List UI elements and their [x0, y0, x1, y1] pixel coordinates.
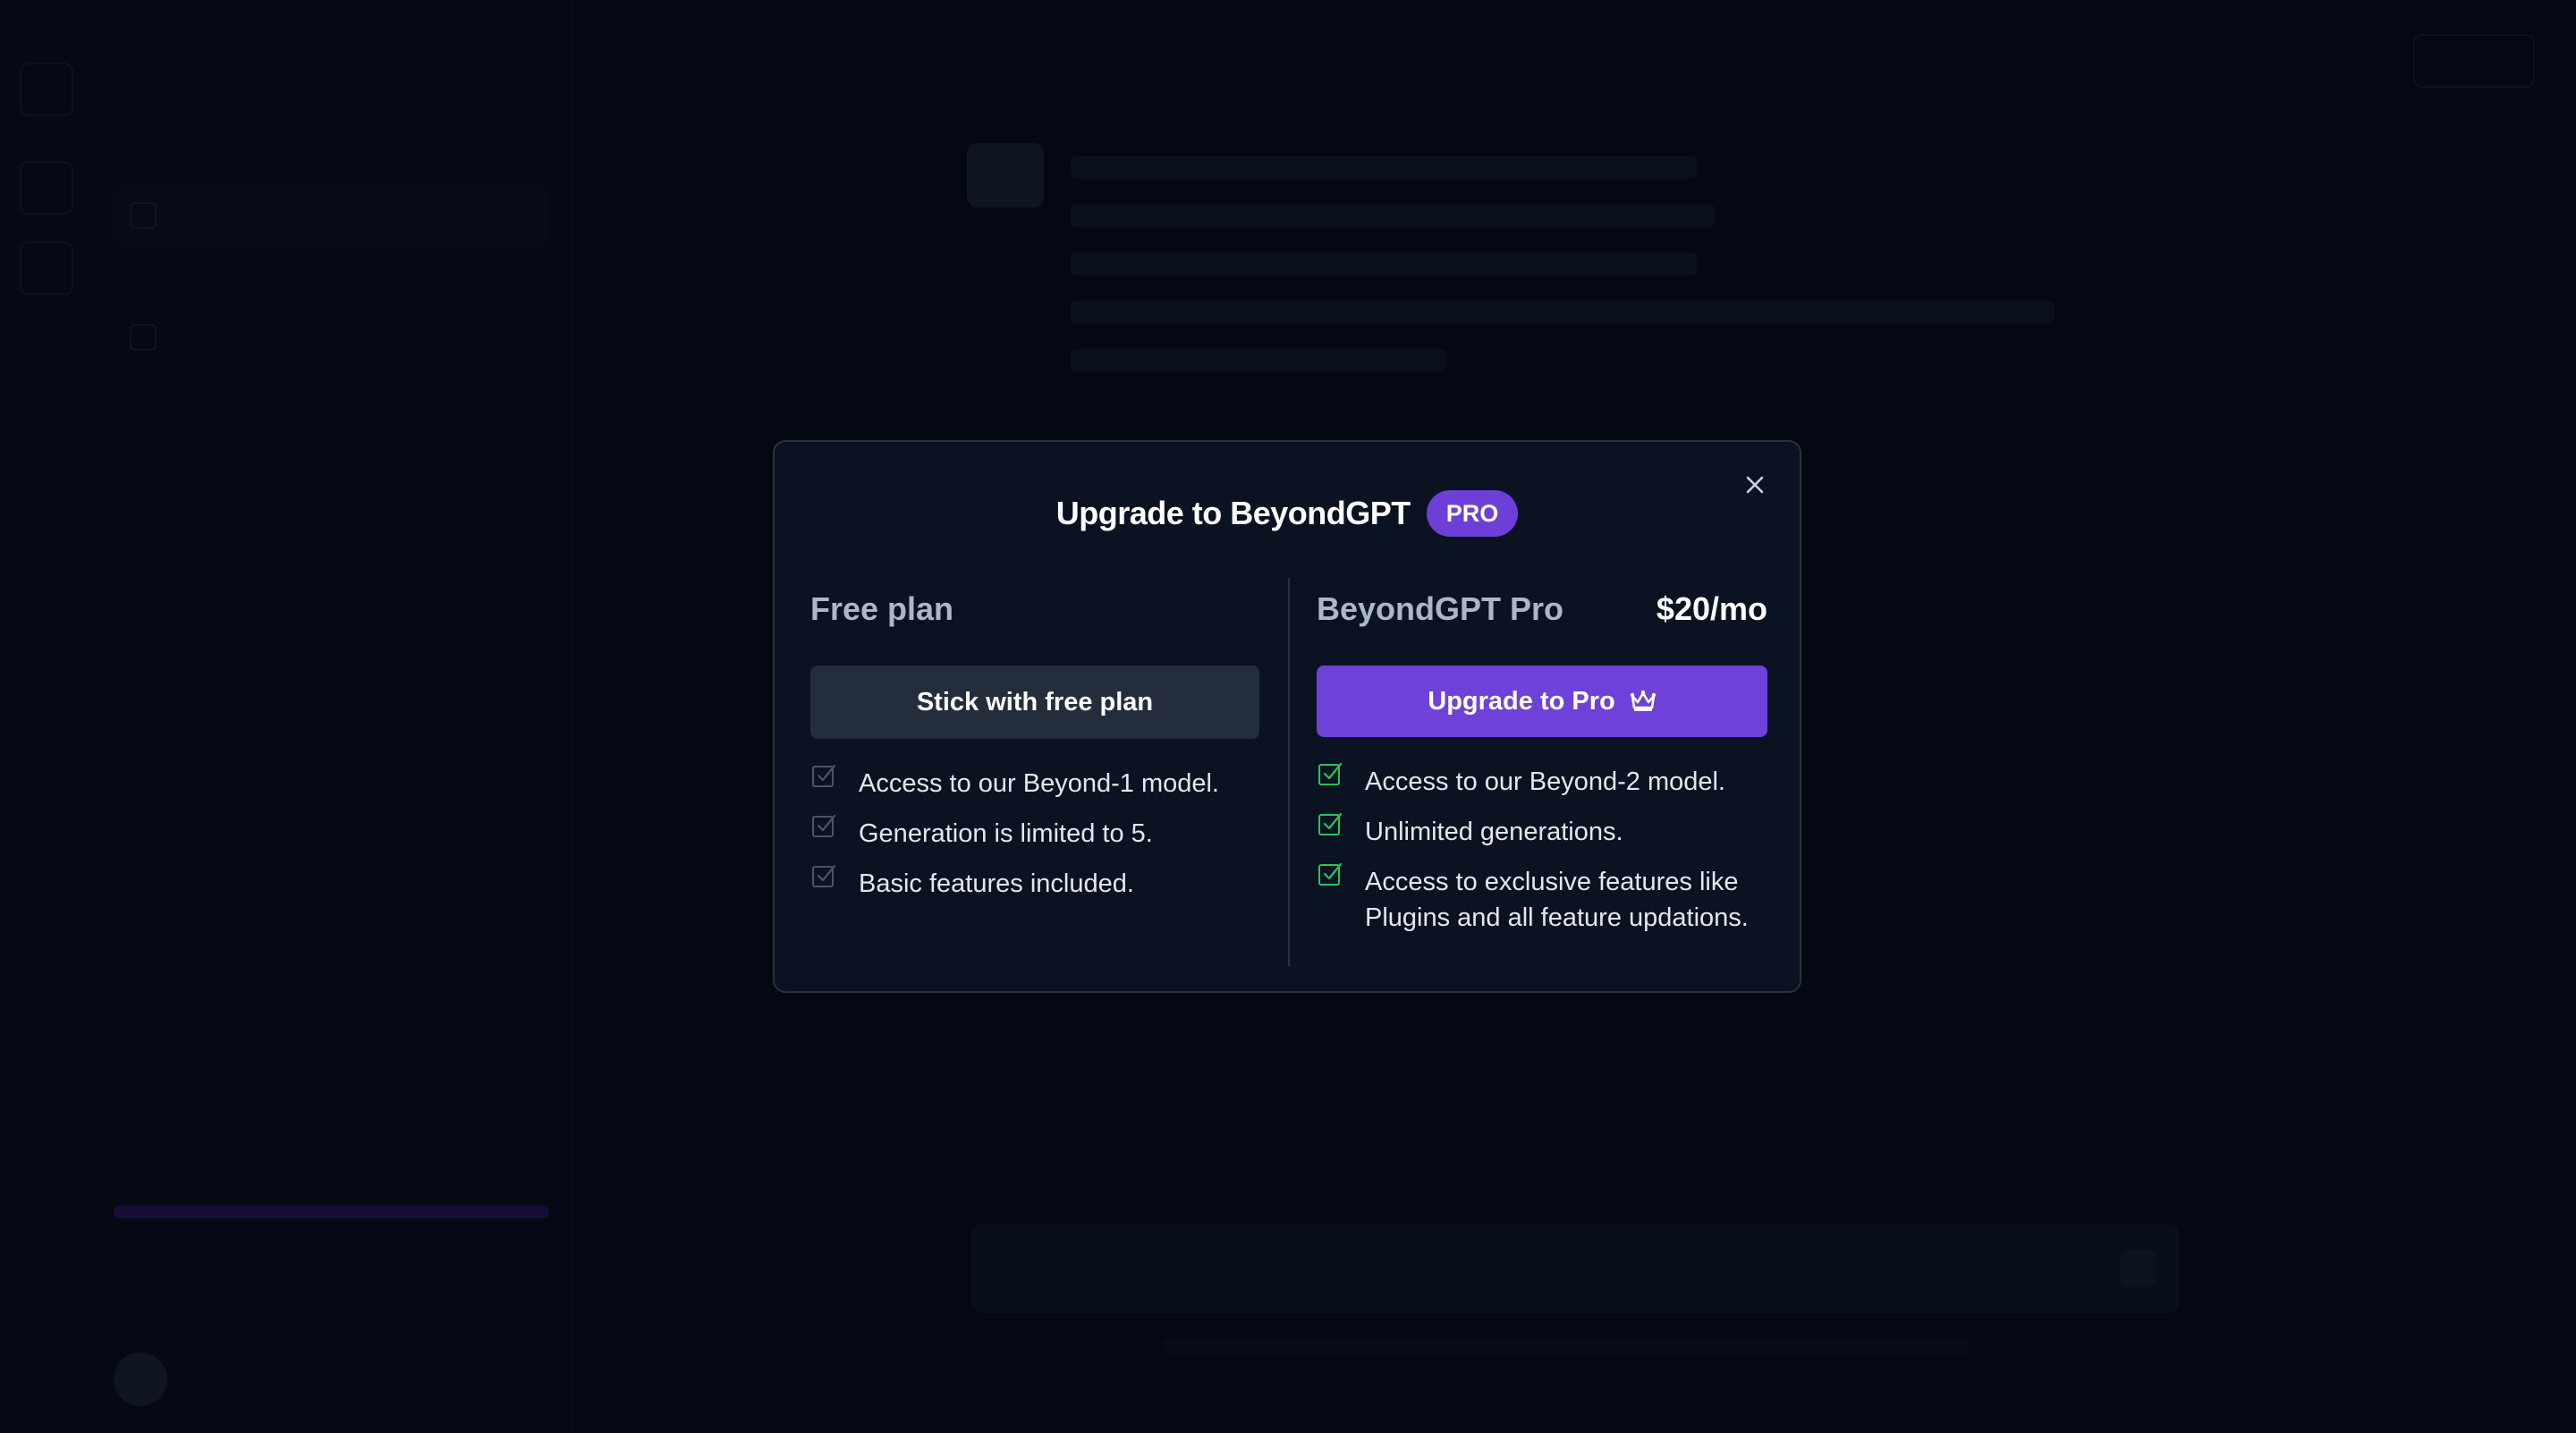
checkbox-icon	[812, 764, 836, 787]
feature-text: Access to our Beyond-2 model.	[1365, 767, 1725, 796]
plan-divider	[1288, 578, 1290, 966]
pro-plan-features: Access to our Beyond-2 model. Unlimited …	[1317, 762, 1767, 936]
list-item: Basic features included.	[810, 864, 1259, 902]
list-item: Unlimited generations.	[1317, 812, 1767, 850]
free-plan-column: Free plan Stick with free plan Access to…	[810, 578, 1259, 916]
upgrade-to-pro-button[interactable]: Upgrade to Pro	[1317, 666, 1767, 737]
checkbox-icon	[1318, 862, 1343, 886]
free-plan-name: Free plan	[810, 590, 954, 627]
modal-title-text: Upgrade to BeyondGPT	[1055, 495, 1411, 531]
checkbox-icon	[812, 864, 836, 887]
feature-text: Unlimited generations.	[1365, 818, 1623, 846]
pro-plan-name: BeyondGPT Pro	[1317, 590, 1564, 627]
checkbox-icon	[1318, 812, 1343, 835]
list-item: Generation is limited to 5.	[810, 814, 1259, 852]
upgrade-modal: Upgrade to BeyondGPT PRO Free plan Stick…	[773, 440, 1801, 993]
modal-title: Upgrade to BeyondGPT PRO	[775, 490, 1800, 537]
pro-plan-column: BeyondGPT Pro $20/mo Upgrade to Pro Acce…	[1317, 578, 1767, 950]
pro-badge: PRO	[1426, 490, 1519, 537]
feature-text: Access to our Beyond-1 model.	[859, 769, 1219, 798]
list-item: Access to exclusive features like Plugin…	[1317, 862, 1767, 936]
pro-plan-price: $20/mo	[1656, 590, 1767, 627]
feature-text: Generation is limited to 5.	[859, 819, 1153, 848]
feature-text: Access to exclusive features like Plugin…	[1365, 868, 1749, 932]
stick-with-free-plan-button[interactable]: Stick with free plan	[810, 666, 1259, 739]
checkbox-icon	[1318, 762, 1343, 785]
crown-icon	[1630, 690, 1656, 711]
checkbox-icon	[812, 814, 836, 837]
upgrade-to-pro-label: Upgrade to Pro	[1428, 686, 1615, 716]
feature-text: Basic features included.	[859, 869, 1134, 898]
list-item: Access to our Beyond-2 model.	[1317, 762, 1767, 800]
list-item: Access to our Beyond-1 model.	[810, 764, 1259, 801]
free-plan-features: Access to our Beyond-1 model. Generation…	[810, 764, 1259, 902]
